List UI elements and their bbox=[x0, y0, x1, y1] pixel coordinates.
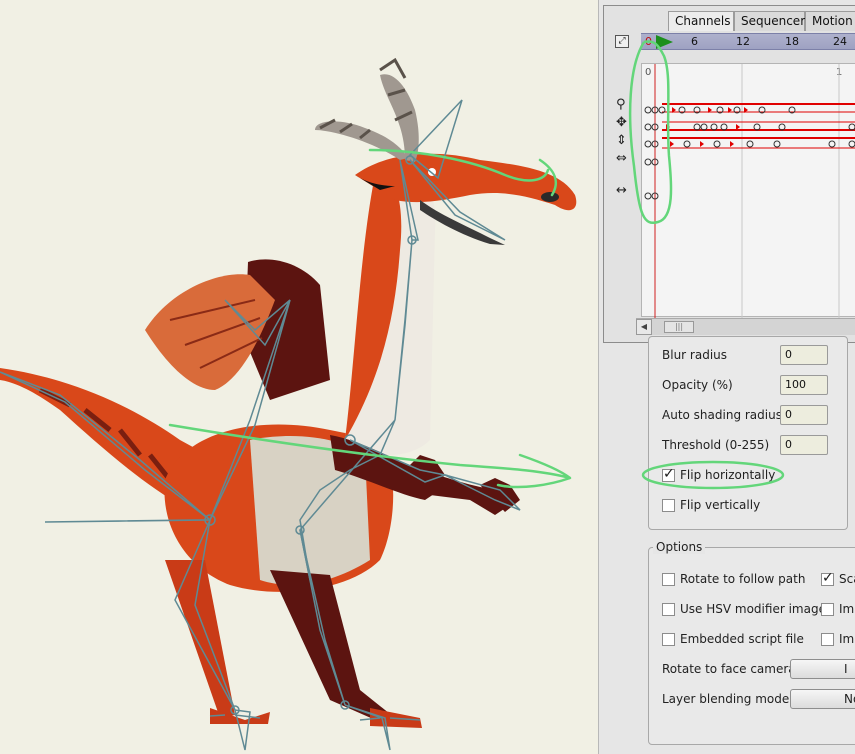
opacity-input[interactable]: 100 bbox=[780, 375, 828, 395]
blur-radius-input[interactable]: 0 bbox=[780, 345, 828, 365]
immediate-checkbox-1[interactable] bbox=[821, 603, 834, 616]
options-legend: Options bbox=[653, 540, 706, 554]
scroll-left-icon[interactable]: ◀ bbox=[636, 319, 652, 335]
scroll-thumb[interactable]: ||| bbox=[664, 321, 694, 333]
rotate-to-follow-path-checkbox[interactable] bbox=[662, 573, 675, 586]
scale-label: Sca bbox=[839, 572, 855, 586]
immediate-checkbox-2[interactable] bbox=[821, 633, 834, 646]
tab-sequencer[interactable]: Sequencer bbox=[734, 11, 805, 31]
ruler-tick: 6 bbox=[691, 35, 698, 48]
rotate-to-face-camera-button[interactable]: I bbox=[790, 659, 855, 679]
ruler-tick: 24 bbox=[833, 35, 847, 48]
tab-motion-graph[interactable]: Motion G bbox=[805, 11, 855, 31]
annotation-circle-timeline bbox=[628, 40, 673, 225]
embedded-script-label: Embedded script file bbox=[680, 632, 804, 646]
ruler-tick: 12 bbox=[736, 35, 750, 48]
annotation-circle-flip bbox=[641, 460, 785, 490]
tab-channels[interactable]: Channels bbox=[668, 11, 734, 31]
use-hsv-modifier-label: Use HSV modifier image bbox=[680, 602, 826, 616]
properties-panel: Channels Sequencer Motion G ⤢ 0 6 12 18 … bbox=[598, 0, 855, 754]
rotate-to-face-camera-label: Rotate to face camera bbox=[662, 662, 796, 676]
immediate-label-1: Imm bbox=[839, 602, 855, 616]
viewport-canvas[interactable] bbox=[0, 0, 598, 754]
ruler-tick: 18 bbox=[785, 35, 799, 48]
timeline-window: Channels Sequencer Motion G ⤢ 0 6 12 18 … bbox=[603, 5, 855, 343]
immediate-label-2: Imm bbox=[839, 632, 855, 646]
horizontal-scrollbar[interactable]: ◀ ||| bbox=[636, 318, 855, 335]
use-hsv-modifier-checkbox[interactable] bbox=[662, 603, 675, 616]
flip-vertically-label: Flip vertically bbox=[680, 498, 761, 512]
opacity-label: Opacity (%) bbox=[662, 378, 733, 392]
auto-shading-radius-label: Auto shading radius bbox=[662, 408, 782, 422]
flip-vertically-checkbox[interactable] bbox=[662, 499, 675, 512]
layer-blending-mode-label: Layer blending mode bbox=[662, 692, 790, 706]
auto-shading-radius-input[interactable]: 0 bbox=[780, 405, 828, 425]
blur-radius-label: Blur radius bbox=[662, 348, 728, 362]
scale-checkbox[interactable] bbox=[821, 570, 834, 586]
annotation-overlay bbox=[168, 148, 572, 489]
embedded-script-checkbox[interactable] bbox=[662, 633, 675, 646]
rotate-to-follow-path-label: Rotate to follow path bbox=[680, 572, 806, 586]
threshold-label: Threshold (0-255) bbox=[662, 438, 770, 452]
layer-blending-mode-button[interactable]: No bbox=[790, 689, 855, 709]
threshold-input[interactable]: 0 bbox=[780, 435, 828, 455]
